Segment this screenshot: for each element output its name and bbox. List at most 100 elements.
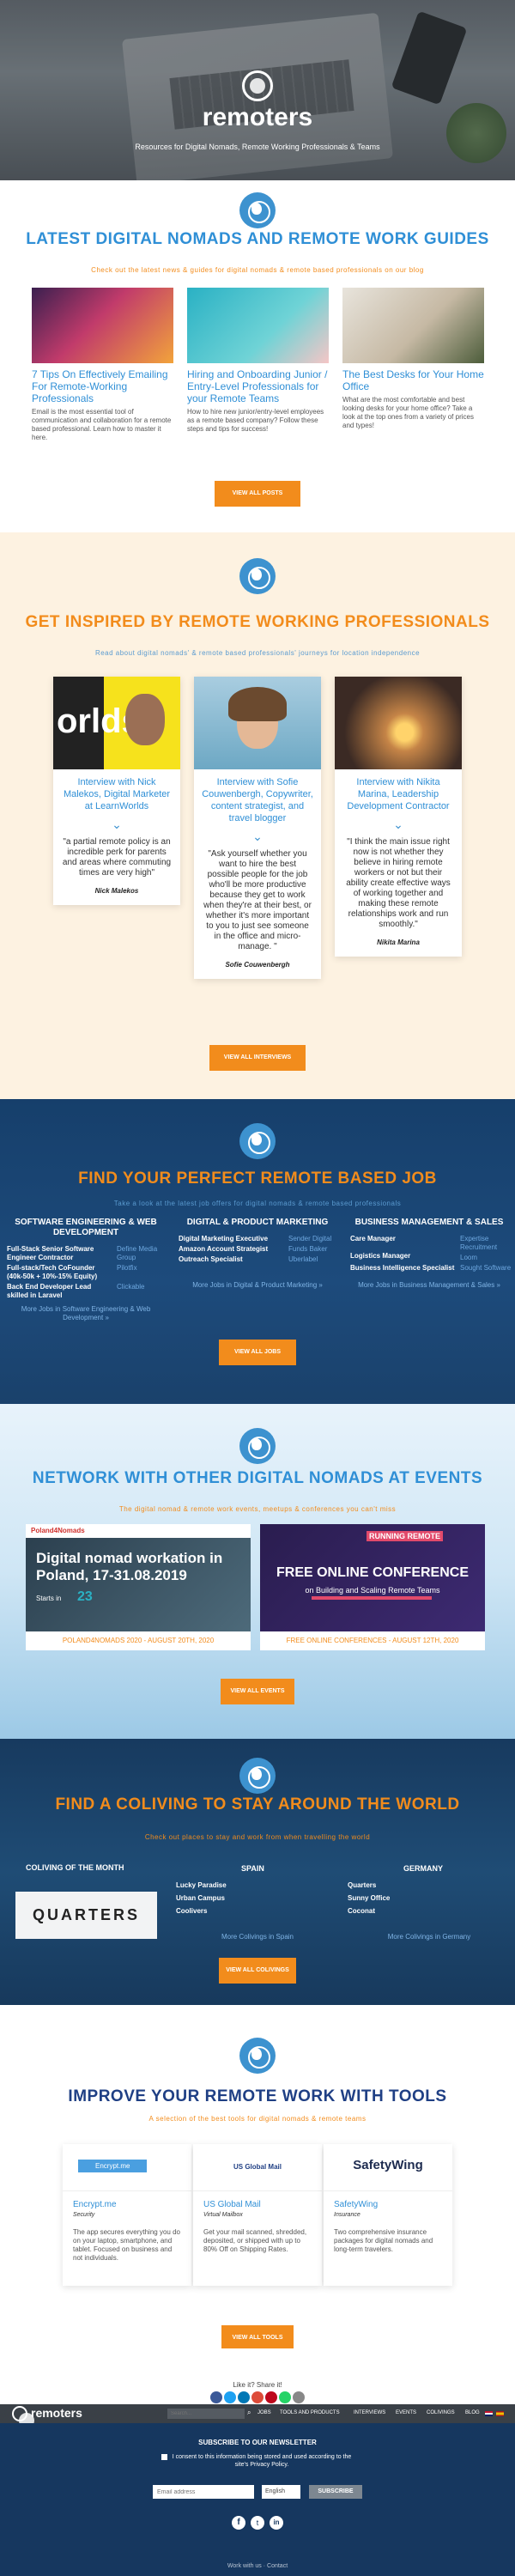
interview-title[interactable]: Interview with Nikita Marina, Leadership… [335,769,462,812]
coliving-link[interactable]: Coolivers [176,1907,207,1916]
coliving-link[interactable]: Urban Campus [176,1894,225,1903]
post-title[interactable]: The Best Desks for Your Home Office [342,368,484,392]
view-all-posts-button[interactable]: VIEW ALL POSTS [215,481,300,507]
job-company-link[interactable]: Pilotfix [117,1264,168,1273]
event-card[interactable]: RUNNING REMOTE FREE ONLINE CONFERENCE on… [260,1524,485,1650]
globe-logo-icon[interactable] [12,2406,34,2428]
nav-link-jobs[interactable]: JOBS [258,2410,271,2415]
linkedin-icon[interactable]: in [270,2516,283,2530]
job-company-link[interactable]: Loom [460,1254,512,1262]
job-title-link[interactable]: Full-stack/Tech CoFounder (40k-50k + 10%… [7,1264,110,1281]
post-thumbnail[interactable] [32,288,173,363]
blog-post[interactable]: Hiring and Onboarding Junior / Entry-Lev… [187,288,329,434]
post-title[interactable]: Hiring and Onboarding Junior / Entry-Lev… [187,368,329,404]
event-caption[interactable]: FREE ONLINE CONFERENCES - AUGUST 12TH, 2… [260,1631,485,1650]
tool-logo[interactable]: SafetyWing [324,2144,452,2191]
tool-name[interactable]: SafetyWing [334,2200,442,2209]
coliving-link[interactable]: Quarters [348,1881,376,1890]
interviewee-photo[interactable]: orlds [53,677,180,769]
email-field[interactable] [153,2485,254,2499]
view-all-tools-button[interactable]: VIEW ALL TOOLS [221,2325,294,2351]
view-all-jobs-button[interactable]: VIEW ALL JOBS [219,1340,296,1365]
nav-link-events[interactable]: EVENTS [396,2410,416,2415]
job-company-link[interactable]: Uberlabel [288,1255,340,1264]
nav-link-blog[interactable]: BLOG [465,2410,480,2415]
job-company-link[interactable]: Expertise Recruitment [460,1235,512,1252]
more-colivings-link[interactable]: More Colivings in Germany [360,1933,498,1941]
email-share-icon[interactable] [293,2391,305,2403]
interview-title[interactable]: Interview with Sofie Couwenbergh, Copywr… [194,769,321,824]
interview-card[interactable]: orlds Interview with Nick Malekos, Digit… [53,677,180,905]
coliving-link[interactable]: Sunny Office [348,1894,390,1903]
more-colivings-link[interactable]: More Colivings in Spain [189,1933,326,1941]
language-select[interactable]: English [262,2485,300,2499]
more-jobs-link[interactable]: More Jobs in Business Management & Sales… [352,1281,506,1290]
view-all-colivings-button[interactable]: VIEW ALL COLIVINGS [219,1958,296,1984]
job-title-link[interactable]: Logistics Manager [350,1252,457,1261]
nav-link-colivings[interactable]: COLIVINGS [427,2410,455,2415]
post-excerpt: What are the most comfortable and best l… [342,396,474,429]
event-caption[interactable]: POLAND4NOMADS 2020 - AUGUST 20TH, 2020 [26,1631,251,1650]
tool-card[interactable]: Encrypt.me Encrypt.me Security The app s… [63,2144,191,2286]
linkedin-share-icon[interactable] [238,2391,250,2403]
search-icon[interactable]: ⌕ [247,2409,251,2417]
bottom-navbar: remoters ⌕ JOBS TOOLS AND PRODUCTS INTER… [0,2404,515,2428]
view-all-interviews-button[interactable]: VIEW ALL INTERVIEWS [209,1045,306,1071]
job-title-link[interactable]: Amazon Account Strategist [179,1245,286,1254]
share-label: Like it? Share it! [233,2381,282,2389]
blog-post[interactable]: The Best Desks for Your Home Office What… [342,288,484,430]
event-banner[interactable]: RUNNING REMOTE FREE ONLINE CONFERENCE on… [260,1524,485,1631]
consent-checkbox[interactable] [161,2454,167,2460]
coliving-link[interactable]: Coconat [348,1907,375,1916]
more-jobs-link[interactable]: More Jobs in Software Engineering & Web … [9,1305,163,1322]
post-thumbnail[interactable] [187,288,329,363]
tool-logo[interactable]: Encrypt.me [63,2144,191,2191]
tool-logo[interactable]: US Global Mail [193,2144,322,2191]
job-company-link[interactable]: Define Media Group [117,1245,168,1262]
twitter-share-icon[interactable] [224,2391,236,2403]
job-title-link[interactable]: Business Intelligence Specialist [350,1264,457,1273]
interview-title[interactable]: Interview with Nick Malekos, Digital Mar… [53,769,180,812]
pinterest-share-icon[interactable] [265,2391,277,2403]
more-jobs-link[interactable]: More Jobs in Digital & Product Marketing… [180,1281,335,1290]
job-company-link[interactable]: Funds Baker [288,1245,340,1254]
tool-name[interactable]: Encrypt.me [73,2200,181,2209]
job-title-link[interactable]: Care Manager [350,1235,457,1243]
job-title-link[interactable]: Full-Stack Senior Software Engineer Cont… [7,1245,110,1262]
job-company-link[interactable]: Sender Digital [288,1235,340,1243]
globe-logo-icon[interactable] [242,70,273,101]
search-input[interactable] [167,2409,245,2419]
tool-name[interactable]: US Global Mail [203,2200,312,2209]
twitter-icon[interactable]: t [251,2516,264,2530]
tool-card[interactable]: US Global Mail US Global Mail Virtual Ma… [193,2144,322,2286]
facebook-share-icon[interactable] [210,2391,222,2403]
coliving-link[interactable]: Lucky Paradise [176,1881,227,1890]
interview-card[interactable]: Interview with Nikita Marina, Leadership… [335,677,462,957]
language-flag-icon[interactable] [496,2411,504,2416]
blog-post[interactable]: 7 Tips On Effectively Emailing For Remot… [32,288,173,442]
job-title-link[interactable]: Outreach Specialist [179,1255,286,1264]
subscribe-button[interactable]: SUBSCRIBE [309,2485,362,2499]
google-share-icon[interactable] [251,2391,264,2403]
nav-link-tools[interactable]: TOOLS AND PRODUCTS [280,2410,340,2415]
nav-link-interviews[interactable]: INTERVIEWS [354,2410,385,2415]
job-title-link[interactable]: Digital Marketing Executive [179,1235,286,1243]
job-company-link[interactable]: Clickable [117,1283,168,1291]
navbar-brand[interactable]: remoters [31,2406,82,2420]
post-title[interactable]: 7 Tips On Effectively Emailing For Remot… [32,368,173,404]
interviewee-photo[interactable] [194,677,321,769]
footer-links[interactable]: Work with us · Contact [0,2563,515,2569]
language-flag-icon[interactable] [485,2411,493,2416]
interview-card[interactable]: Interview with Sofie Couwenbergh, Copywr… [194,677,321,979]
event-card[interactable]: Poland4Nomads Digital nomad workation in… [26,1524,251,1650]
interviewee-photo[interactable] [335,677,462,769]
post-thumbnail[interactable] [342,288,484,363]
job-company-link[interactable]: Sought Software [460,1264,512,1273]
coliving-month-logo[interactable]: QUARTERS [15,1892,157,1939]
facebook-icon[interactable]: f [232,2516,245,2530]
event-banner[interactable]: Poland4Nomads Digital nomad workation in… [26,1524,251,1631]
whatsapp-share-icon[interactable] [279,2391,291,2403]
tool-card[interactable]: SafetyWing SafetyWing Insurance Two comp… [324,2144,452,2286]
job-title-link[interactable]: Back End Developer Lead skilled in Larav… [7,1283,110,1300]
view-all-events-button[interactable]: VIEW ALL EVENTS [221,1679,294,1704]
